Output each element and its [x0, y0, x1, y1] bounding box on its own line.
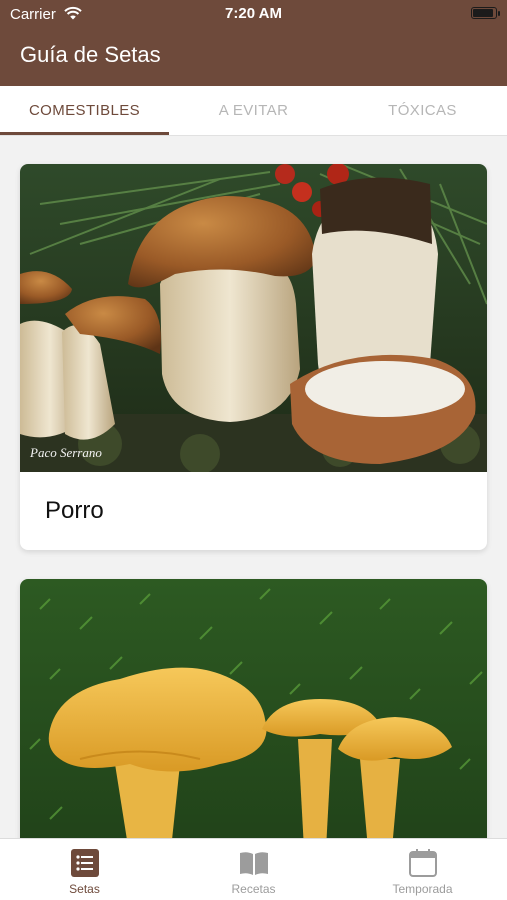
- mushroom-name: Porro: [45, 497, 104, 524]
- book-icon: [239, 852, 268, 875]
- mushroom-list[interactable]: Paco Serrano Porro: [0, 136, 507, 838]
- tabbar-item-setas[interactable]: Setas: [0, 839, 169, 900]
- list-icon: [70, 849, 99, 877]
- mushroom-photo: [20, 579, 487, 838]
- photo-credit: Paco Serrano: [29, 445, 102, 460]
- mushroom-card-porro[interactable]: Paco Serrano Porro: [20, 164, 487, 550]
- nav-header: Carrier 7:20 AM Guía de Setas: [0, 0, 507, 86]
- calendar-icon: [408, 849, 437, 877]
- bottom-tab-bar: Setas Recetas Temporada: [0, 838, 507, 900]
- tab-comestibles[interactable]: COMESTIBLES: [0, 86, 169, 135]
- page-title: Guía de Setas: [20, 42, 161, 67]
- category-tabs: COMESTIBLES A EVITAR TÓXICAS: [0, 86, 507, 136]
- battery-icon: [471, 7, 500, 19]
- tab-toxicas[interactable]: TÓXICAS: [338, 86, 507, 135]
- mushroom-photo: Paco Serrano: [20, 164, 487, 472]
- tabbar-item-temporada[interactable]: Temporada: [338, 839, 507, 900]
- tab-a-evitar[interactable]: A EVITAR: [169, 86, 338, 135]
- tabbar-label: Recetas: [231, 882, 276, 896]
- clock: 7:20 AM: [225, 5, 282, 22]
- tabbar-item-recetas[interactable]: Recetas: [169, 839, 338, 900]
- tabbar-label: Temporada: [392, 882, 453, 896]
- status-bar: Carrier 7:20 AM: [0, 0, 507, 28]
- tabbar-label: Setas: [69, 882, 100, 896]
- mushroom-card-2[interactable]: [20, 579, 487, 838]
